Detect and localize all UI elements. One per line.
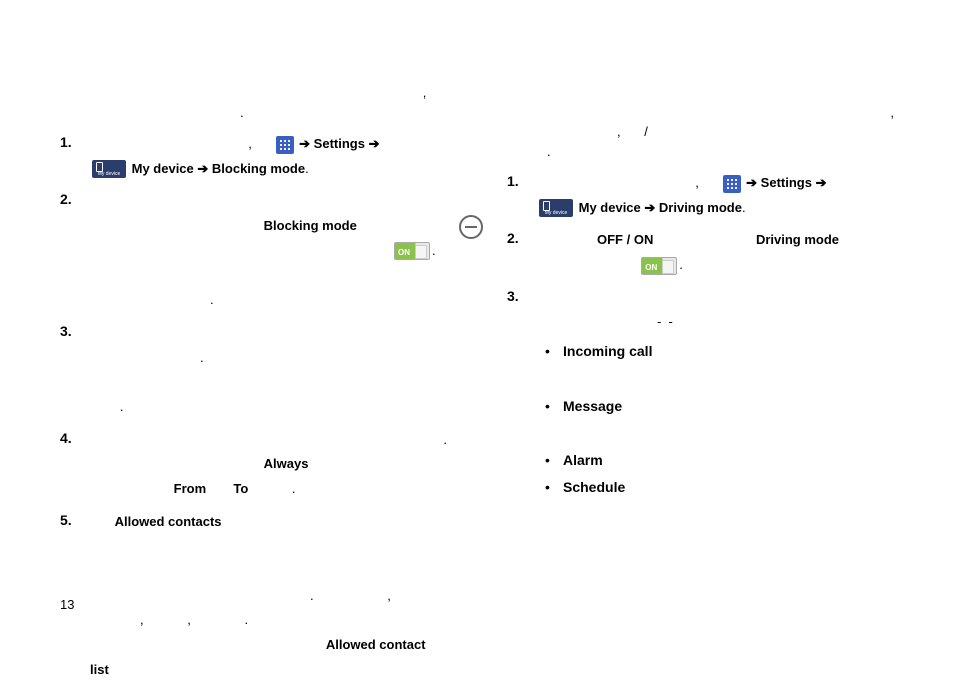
step-3-left: Configure blocking options by tapping ea… [90,321,447,420]
section-title-blocking-mode: Blocking Mode [60,50,447,77]
left-column: Blocking Mode When enabled, notification… [60,50,457,690]
two-column-layout: Blocking Mode When enabled, notification… [60,50,894,690]
step-3-right: Select the desired features to enable re… [537,286,894,498]
step-2-right: Touch the OFF / ON slider next to Drivin… [537,228,894,277]
toggle-on-icon [394,242,430,260]
right-column: Driving Mode This feature allows the dev… [497,50,894,690]
apps-icon [723,175,741,193]
step-4-left: Configure a timeframe for these features… [90,428,447,502]
option-schedule: Schedule reads out scheduled alarm infor… [563,477,894,498]
option-incoming-call: Incoming call reads out caller informati… [563,341,894,382]
my-device-icon: My device [539,199,573,217]
step2-note: The Blocking mode icon displays in the S… [90,263,447,312]
steps-left: From the Home screen, tap, ➔ Settings ➔ … [60,132,447,682]
my-device-icon: My device [92,160,126,178]
toggle-on-icon [641,257,677,275]
minus-circle-icon [459,215,483,239]
section-title-driving-mode: Driving Mode [507,50,894,77]
step-1-left: From the Home screen, tap, ➔ Settings ➔ … [90,132,447,181]
manual-page: Blocking Mode When enabled, notification… [0,0,954,636]
option-alarm: Alarm reads out alarm information. [563,450,894,471]
driving-mode-options: Incoming call reads out caller informati… [537,341,894,498]
page-number: 13 [60,597,74,612]
option-message: Message reads out sender information. [563,396,894,437]
steps-right: From the Home screen, tap, ➔ Settings ➔ … [507,171,894,498]
step-1-right: From the Home screen, tap, ➔ Settings ➔ … [537,171,894,220]
intro-text-right: This feature allows the device to read n… [507,83,894,161]
step-5-left: Tap Allowed contacts to assign those con… [90,510,447,683]
intro-text-left: When enabled, notifications for selected… [60,83,447,122]
apps-icon [276,136,294,154]
step-2-left: In a single motion touch and slide the B… [90,189,447,312]
